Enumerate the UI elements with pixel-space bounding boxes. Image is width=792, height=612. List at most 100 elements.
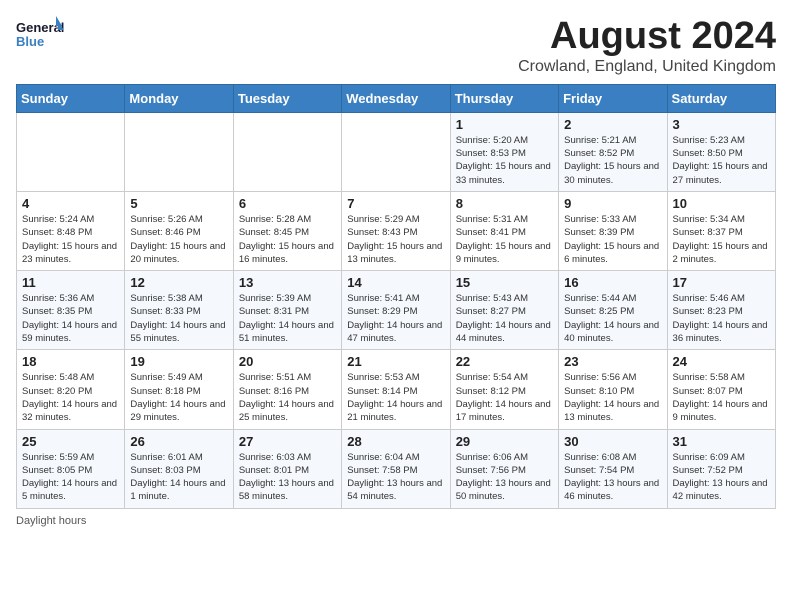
day-number: 23	[564, 354, 661, 369]
daylight-label: Daylight hours	[16, 515, 86, 527]
location-subtitle: Crowland, England, United Kingdom	[518, 58, 776, 76]
calendar-cell: 11 Sunrise: 5:36 AMSunset: 8:35 PMDayligh…	[17, 271, 125, 350]
day-number: 26	[130, 434, 227, 449]
cell-info: Sunrise: 6:08 AMSunset: 7:54 PMDaylight:…	[564, 451, 661, 504]
calendar-cell: 28Sunrise: 6:04 AMSunset: 7:58 PMDayligh…	[342, 429, 450, 508]
calendar-cell: 24Sunrise: 5:58 AMSunset: 8:07 PMDayligh…	[667, 350, 775, 429]
calendar-cell: 8Sunrise: 5:31 AMSunset: 8:41 PMDaylight…	[450, 191, 558, 270]
svg-text:Blue: Blue	[16, 34, 44, 49]
logo-graphic: General Blue	[16, 16, 64, 52]
cell-info: Sunrise: 5:53 AMSunset: 8:14 PMDaylight:…	[347, 371, 444, 424]
logo: General Blue	[16, 16, 64, 52]
cell-info: Sunrise: 5:34 AMSunset: 8:37 PMDaylight:…	[673, 213, 770, 266]
day-number: 11	[22, 275, 119, 290]
calendar-cell: 29 Sunrise: 6:06 AMSunset: 7:56 PMDayligh…	[450, 429, 558, 508]
day-number: 29	[456, 434, 553, 449]
cell-info: Sunrise: 5:21 AMSunset: 8:52 PMDaylight:…	[564, 134, 661, 187]
cell-info: Sunrise: 5:54 AMSunset: 8:12 PMDaylight:…	[456, 371, 553, 424]
calendar-cell: 14 Sunrise: 5:41 AMSunset: 8:29 PMDayligh…	[342, 271, 450, 350]
cell-info: Sunrise: 5:36 AMSunset: 8:35 PMDaylight:…	[22, 292, 119, 345]
cell-info: Sunrise: 5:48 AMSunset: 8:20 PMDaylight:…	[22, 371, 119, 424]
cell-info: Sunrise: 5:26 AMSunset: 8:46 PMDaylight:…	[130, 213, 227, 266]
month-year-title: August 2024	[518, 16, 776, 58]
cell-info: Sunrise: 5:23 AMSunset: 8:50 PMDaylight:…	[673, 134, 770, 187]
calendar-cell	[17, 112, 125, 191]
calendar-cell: 21 Sunrise: 5:53 AMSunset: 8:14 PMDayligh…	[342, 350, 450, 429]
day-number: 25	[22, 434, 119, 449]
calendar-cell: 1 Sunrise: 5:20 AMSunset: 8:53 PMDaylight…	[450, 112, 558, 191]
calendar-cell: 20Sunrise: 5:51 AMSunset: 8:16 PMDayligh…	[233, 350, 341, 429]
cell-info: Sunrise: 5:24 AMSunset: 8:48 PMDaylight:…	[22, 213, 119, 266]
cell-info: Sunrise: 5:20 AMSunset: 8:53 PMDaylight:…	[456, 134, 553, 187]
cell-info: Sunrise: 5:56 AMSunset: 8:10 PMDaylight:…	[564, 371, 661, 424]
calendar-cell: 17 Sunrise: 5:46 AMSunset: 8:23 PMDayligh…	[667, 271, 775, 350]
day-number: 6	[239, 196, 336, 211]
day-number: 16	[564, 275, 661, 290]
day-number: 17	[673, 275, 770, 290]
calendar-cell: 31 Sunrise: 6:09 AMSunset: 7:52 PMDayligh…	[667, 429, 775, 508]
calendar-cell: 23 Sunrise: 5:56 AMSunset: 8:10 PMDayligh…	[559, 350, 667, 429]
cell-info: Sunrise: 5:38 AMSunset: 8:33 PMDaylight:…	[130, 292, 227, 345]
day-number: 13	[239, 275, 336, 290]
day-number: 7	[347, 196, 444, 211]
cell-info: Sunrise: 5:33 AMSunset: 8:39 PMDaylight:…	[564, 213, 661, 266]
calendar-cell	[125, 112, 233, 191]
day-number: 9	[564, 196, 661, 211]
cell-info: Sunrise: 5:39 AMSunset: 8:31 PMDaylight:…	[239, 292, 336, 345]
cell-info: Sunrise: 5:46 AMSunset: 8:23 PMDaylight:…	[673, 292, 770, 345]
calendar-cell: 7 Sunrise: 5:29 AMSunset: 8:43 PMDaylight…	[342, 191, 450, 270]
day-number: 21	[347, 354, 444, 369]
day-number: 1	[456, 117, 553, 132]
day-number: 31	[673, 434, 770, 449]
cell-info: Sunrise: 6:04 AMSunset: 7:58 PMDaylight:…	[347, 451, 444, 504]
calendar-cell: 3 Sunrise: 5:23 AMSunset: 8:50 PMDaylight…	[667, 112, 775, 191]
calendar-cell: 9 Sunrise: 5:33 AMSunset: 8:39 PMDaylight…	[559, 191, 667, 270]
calendar-header-wednesday: Wednesday	[342, 84, 450, 112]
day-number: 18	[22, 354, 119, 369]
calendar-cell: 10Sunrise: 5:34 AMSunset: 8:37 PMDayligh…	[667, 191, 775, 270]
calendar-cell: 22Sunrise: 5:54 AMSunset: 8:12 PMDayligh…	[450, 350, 558, 429]
cell-info: Sunrise: 6:01 AMSunset: 8:03 PMDaylight:…	[130, 451, 227, 504]
cell-info: Sunrise: 5:51 AMSunset: 8:16 PMDaylight:…	[239, 371, 336, 424]
day-number: 15	[456, 275, 553, 290]
calendar-cell: 15 Sunrise: 5:43 AMSunset: 8:27 PMDayligh…	[450, 271, 558, 350]
calendar-table: SundayMondayTuesdayWednesdayThursdayFrid…	[16, 84, 776, 509]
cell-info: Sunrise: 5:28 AMSunset: 8:45 PMDaylight:…	[239, 213, 336, 266]
calendar-header-row: SundayMondayTuesdayWednesdayThursdayFrid…	[17, 84, 776, 112]
cell-info: Sunrise: 5:49 AMSunset: 8:18 PMDaylight:…	[130, 371, 227, 424]
day-number: 12	[130, 275, 227, 290]
calendar-cell: 26 Sunrise: 6:01 AMSunset: 8:03 PMDayligh…	[125, 429, 233, 508]
calendar-cell: 19 Sunrise: 5:49 AMSunset: 8:18 PMDayligh…	[125, 350, 233, 429]
day-number: 14	[347, 275, 444, 290]
cell-info: Sunrise: 6:06 AMSunset: 7:56 PMDaylight:…	[456, 451, 553, 504]
calendar-week-row: 18 Sunrise: 5:48 AMSunset: 8:20 PMDayligh…	[17, 350, 776, 429]
day-number: 3	[673, 117, 770, 132]
header: General Blue August 2024 Crowland, Engla…	[16, 16, 776, 76]
calendar-cell: 2Sunrise: 5:21 AMSunset: 8:52 PMDaylight…	[559, 112, 667, 191]
cell-info: Sunrise: 6:09 AMSunset: 7:52 PMDaylight:…	[673, 451, 770, 504]
title-area: August 2024 Crowland, England, United Ki…	[518, 16, 776, 76]
cell-info: Sunrise: 6:03 AMSunset: 8:01 PMDaylight:…	[239, 451, 336, 504]
cell-info: Sunrise: 5:41 AMSunset: 8:29 PMDaylight:…	[347, 292, 444, 345]
cell-info: Sunrise: 5:29 AMSunset: 8:43 PMDaylight:…	[347, 213, 444, 266]
day-number: 4	[22, 196, 119, 211]
calendar-cell: 30 Sunrise: 6:08 AMSunset: 7:54 PMDayligh…	[559, 429, 667, 508]
calendar-header-thursday: Thursday	[450, 84, 558, 112]
calendar-cell: 16 Sunrise: 5:44 AMSunset: 8:25 PMDayligh…	[559, 271, 667, 350]
day-number: 24	[673, 354, 770, 369]
footer: Daylight hours	[16, 515, 776, 527]
calendar-cell: 27Sunrise: 6:03 AMSunset: 8:01 PMDayligh…	[233, 429, 341, 508]
calendar-header-friday: Friday	[559, 84, 667, 112]
cell-info: Sunrise: 5:44 AMSunset: 8:25 PMDaylight:…	[564, 292, 661, 345]
calendar-week-row: 4 Sunrise: 5:24 AMSunset: 8:48 PMDaylight…	[17, 191, 776, 270]
calendar-header-sunday: Sunday	[17, 84, 125, 112]
day-number: 30	[564, 434, 661, 449]
calendar-cell: 4 Sunrise: 5:24 AMSunset: 8:48 PMDaylight…	[17, 191, 125, 270]
cell-info: Sunrise: 5:43 AMSunset: 8:27 PMDaylight:…	[456, 292, 553, 345]
calendar-cell: 13 Sunrise: 5:39 AMSunset: 8:31 PMDayligh…	[233, 271, 341, 350]
calendar-header-saturday: Saturday	[667, 84, 775, 112]
calendar-cell: 5Sunrise: 5:26 AMSunset: 8:46 PMDaylight…	[125, 191, 233, 270]
calendar-header-monday: Monday	[125, 84, 233, 112]
day-number: 19	[130, 354, 227, 369]
calendar-week-row: 11 Sunrise: 5:36 AMSunset: 8:35 PMDayligh…	[17, 271, 776, 350]
